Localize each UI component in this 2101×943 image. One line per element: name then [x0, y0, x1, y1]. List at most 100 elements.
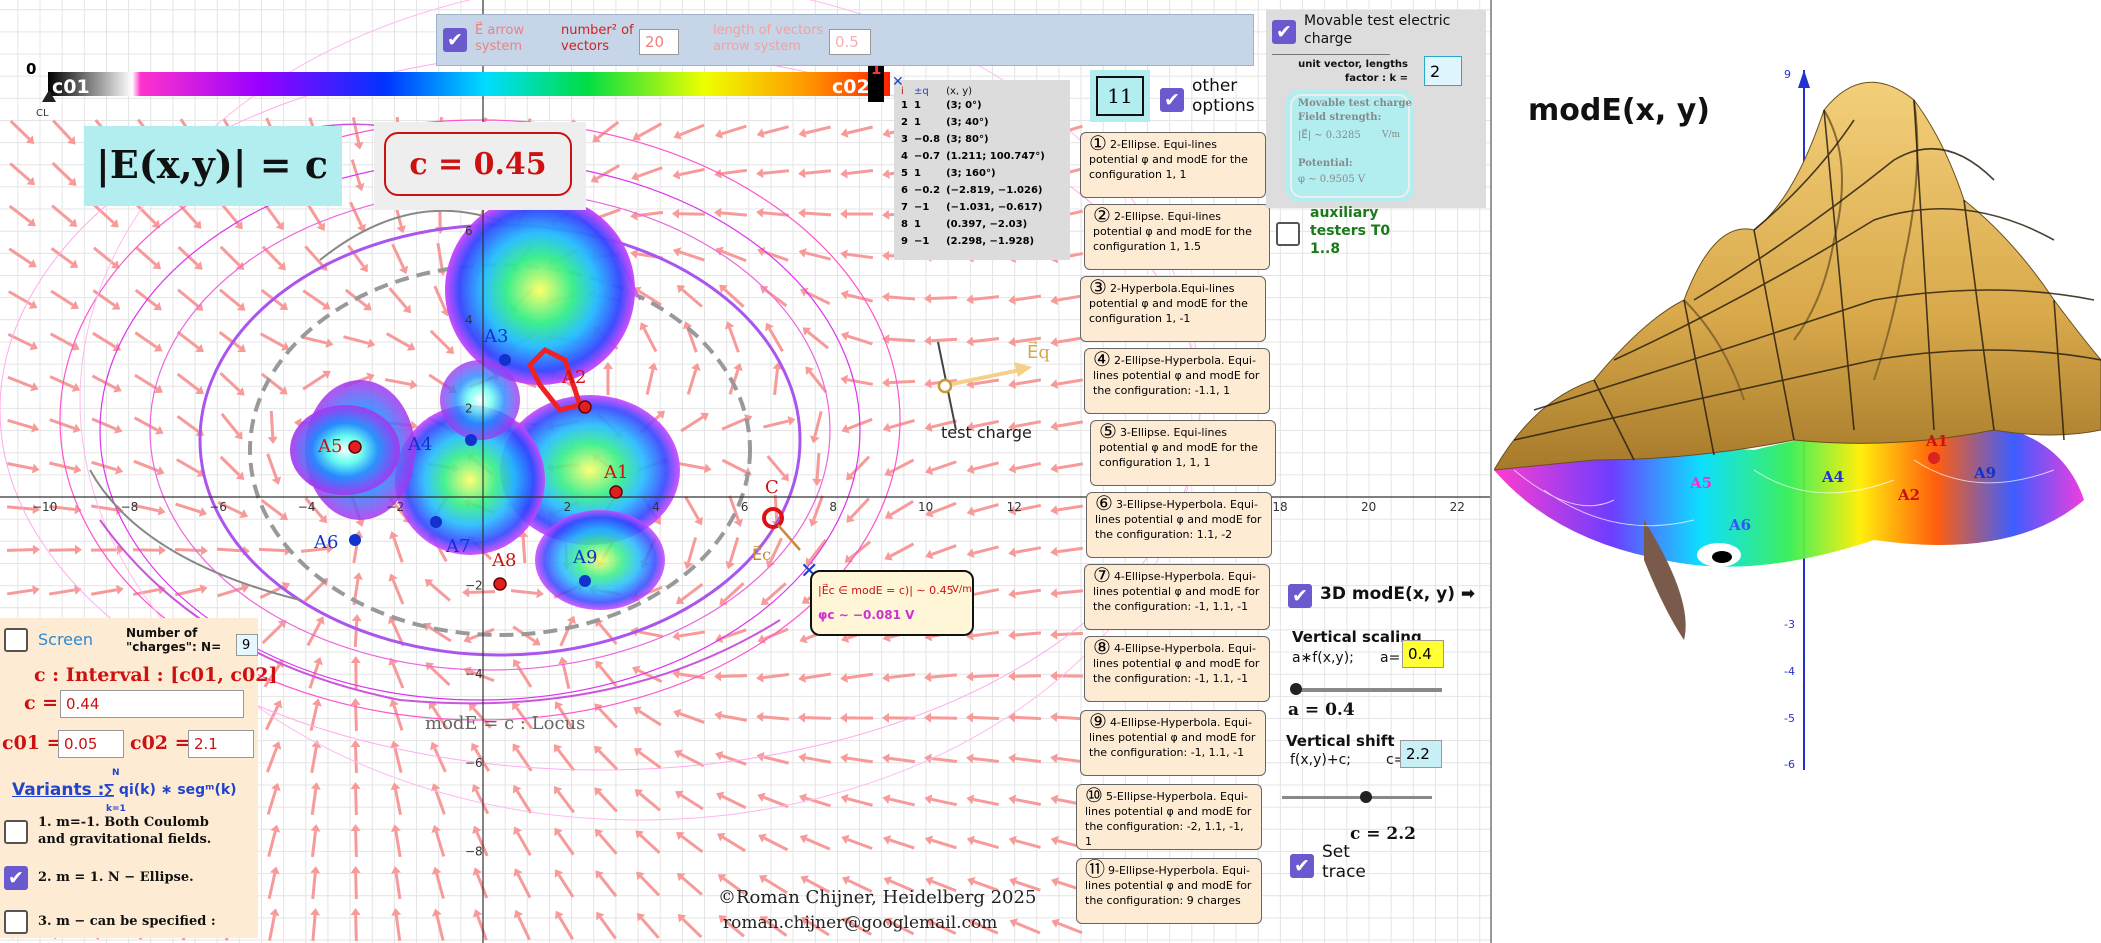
- arrow-system-checkbox[interactable]: [443, 28, 467, 52]
- field-arrow: [350, 908, 361, 942]
- y-tick-label: −4: [465, 667, 483, 681]
- point-a5-label: A5: [317, 436, 342, 457]
- point-a7[interactable]: [430, 516, 442, 528]
- a-slider-knob[interactable]: [1290, 683, 1302, 695]
- field-arrow: [673, 123, 705, 140]
- field-arrow: [51, 161, 77, 186]
- field-arrow: [1050, 629, 1084, 640]
- case-button-3[interactable]: ③ 2-Hyperbola.Equi-lines potential φ and …: [1080, 276, 1266, 342]
- num-charges-input[interactable]: [236, 634, 258, 656]
- field-arrow: [883, 835, 915, 850]
- point-a3[interactable]: [499, 354, 511, 366]
- c02-input[interactable]: [188, 730, 254, 758]
- svg-text:-4: -4: [1784, 665, 1795, 678]
- point-a2[interactable]: [578, 400, 592, 414]
- point-a5[interactable]: [348, 440, 362, 454]
- field-arrow: [798, 793, 831, 808]
- field-arrow: [310, 908, 321, 942]
- point-a6[interactable]: [349, 534, 361, 546]
- field-arrow: [596, 911, 617, 940]
- field-arrow: [266, 453, 282, 485]
- case-button-8[interactable]: ⑧ 4-Ellipse-Hyperbola. Equi-lines potenti…: [1084, 636, 1270, 702]
- field-arrow: [1008, 546, 1042, 558]
- case-button-9[interactable]: ⑨ 4-Ellipse-Hyperbola. Equi-lines potenti…: [1080, 710, 1266, 776]
- case-text: 3-Ellipse. Equi-lines potential φ and mo…: [1099, 426, 1258, 469]
- svg-text:9: 9: [1784, 68, 1791, 81]
- c-slider-knob[interactable]: [1360, 791, 1372, 803]
- field-arrow: [884, 458, 915, 477]
- field-arrow: [840, 168, 874, 179]
- c-slider[interactable]: [1282, 796, 1432, 799]
- variant-3-checkbox[interactable]: [4, 910, 28, 934]
- field-arrow: [840, 208, 874, 219]
- field-arrow: [306, 616, 325, 647]
- field-arrow: [134, 373, 163, 394]
- field-arrow: [683, 537, 698, 570]
- colorbar-slider-c01[interactable]: [42, 90, 56, 102]
- length-input[interactable]: [829, 29, 871, 55]
- table-row: 6 −0.2 (−2.819, −1.026): [901, 185, 1043, 196]
- field-arrow: [675, 790, 704, 811]
- field-arrow: [261, 245, 286, 271]
- case-button-2[interactable]: ② 2-Ellipse. Equi-lines potential φ and m…: [1084, 204, 1270, 270]
- case-button-1[interactable]: ① 2-Ellipse. Equi-lines potential φ and m…: [1080, 132, 1266, 198]
- test-charge[interactable]: E⃗q test charge: [937, 341, 1050, 442]
- k-input[interactable]: [1424, 56, 1462, 86]
- num-vectors-input[interactable]: [639, 29, 679, 55]
- a-input[interactable]: [1402, 640, 1444, 668]
- x-tick-label: 20: [1361, 500, 1376, 514]
- set-trace-checkbox[interactable]: [1290, 854, 1314, 878]
- panel-divider[interactable]: [1490, 0, 1492, 943]
- field-arrow: [633, 706, 662, 727]
- field-arrow: [716, 791, 747, 810]
- graphics-view-3d[interactable]: modE(x, y) 9 -3 -4 -5 -6 A1 A9 A2 A5 A6 …: [1494, 0, 2101, 943]
- case-button-11[interactable]: ⑪ 9-Ellipse-Hyperbola. Equi-lines potenti…: [1076, 858, 1262, 924]
- case-text: 5-Ellipse-Hyperbola. Equi-lines potentia…: [1085, 790, 1252, 848]
- c-input[interactable]: [60, 690, 244, 718]
- x-tick-label: 8: [829, 500, 837, 514]
- x-tick-label: 22: [1450, 500, 1465, 514]
- table-close-icon[interactable]: ✕: [892, 74, 904, 90]
- variant-1-label: 1. m=-1. Both Coulomb and gravitational …: [38, 815, 212, 847]
- case-button-7[interactable]: ⑦ 4-Ellipse-Hyperbola. Equi-lines potenti…: [1084, 564, 1270, 630]
- other-options-checkbox[interactable]: [1160, 88, 1184, 112]
- variant-3-label: 3. m − can be specified :: [38, 914, 216, 929]
- eq-label: E⃗q: [1027, 341, 1050, 363]
- table-row: 8 1 (0.397, −2.03): [901, 219, 1028, 230]
- field-arrow: [925, 460, 957, 475]
- screen-checkbox[interactable]: [4, 628, 28, 652]
- x-tick-label: −4: [298, 500, 316, 514]
- field-arrow: [9, 162, 36, 186]
- variant-1-checkbox[interactable]: [4, 820, 28, 844]
- x-tick-label: 12: [1007, 500, 1022, 514]
- field-arrow: [1008, 630, 1042, 641]
- y-tick-label: −6: [465, 756, 483, 770]
- field-arrow: [602, 362, 613, 396]
- case-number: ⑦: [1093, 563, 1111, 587]
- case-text: 4-Ellipse-Hyperbola. Equi-lines potentia…: [1089, 716, 1256, 759]
- case-button-6[interactable]: ⑥ 3-Ellipse-Hyperbola. Equi-lines potenti…: [1086, 492, 1272, 558]
- point-a1[interactable]: [609, 485, 623, 499]
- movable-charge-checkbox[interactable]: [1272, 20, 1296, 44]
- case-button-4[interactable]: ④ 2-Ellipse-Hyperbola. Equi-lines potenti…: [1084, 348, 1270, 414]
- case-button-5[interactable]: ⑤ 3-Ellipse. Equi-lines potential φ and m…: [1090, 420, 1276, 486]
- case-number: ⑤: [1099, 419, 1117, 443]
- field-arrow: [924, 794, 958, 807]
- auxiliary-testers-checkbox[interactable]: [1276, 222, 1300, 246]
- field-arrow: [636, 912, 660, 939]
- point-a4[interactable]: [465, 434, 477, 446]
- mode3d-checkbox[interactable]: [1288, 584, 1312, 608]
- cshift-input[interactable]: [1400, 740, 1442, 768]
- field-arrow: [350, 866, 361, 900]
- point-a9[interactable]: [579, 575, 591, 587]
- point-a8[interactable]: [493, 577, 507, 591]
- field-arrow: [554, 827, 575, 856]
- field-arrow: [134, 288, 162, 311]
- variant-2-checkbox[interactable]: [4, 866, 28, 890]
- a-slider[interactable]: [1294, 688, 1442, 692]
- c01-input[interactable]: [58, 730, 124, 758]
- field-arrow: [763, 416, 796, 429]
- table-row: 4 −0.7 (1.211; 100.747°): [901, 151, 1045, 162]
- field-arrow: [267, 410, 278, 444]
- case-button-10[interactable]: ⑩ 5-Ellipse-Hyperbola. Equi-lines potenti…: [1076, 784, 1262, 850]
